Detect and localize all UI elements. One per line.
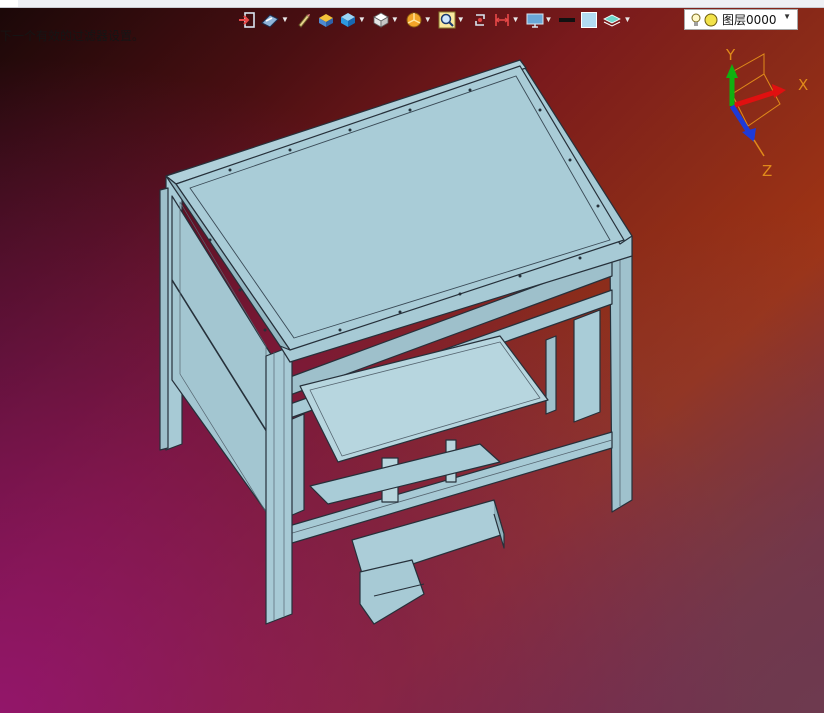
cad-model[interactable]: [0, 0, 824, 713]
build-plate: [299, 335, 549, 463]
inner-post-mid: [545, 335, 557, 415]
leg-front-right: [265, 345, 293, 625]
right-back-panel: [573, 309, 601, 423]
leg-front-left: [159, 187, 169, 451]
leg-back-right: [609, 239, 633, 513]
